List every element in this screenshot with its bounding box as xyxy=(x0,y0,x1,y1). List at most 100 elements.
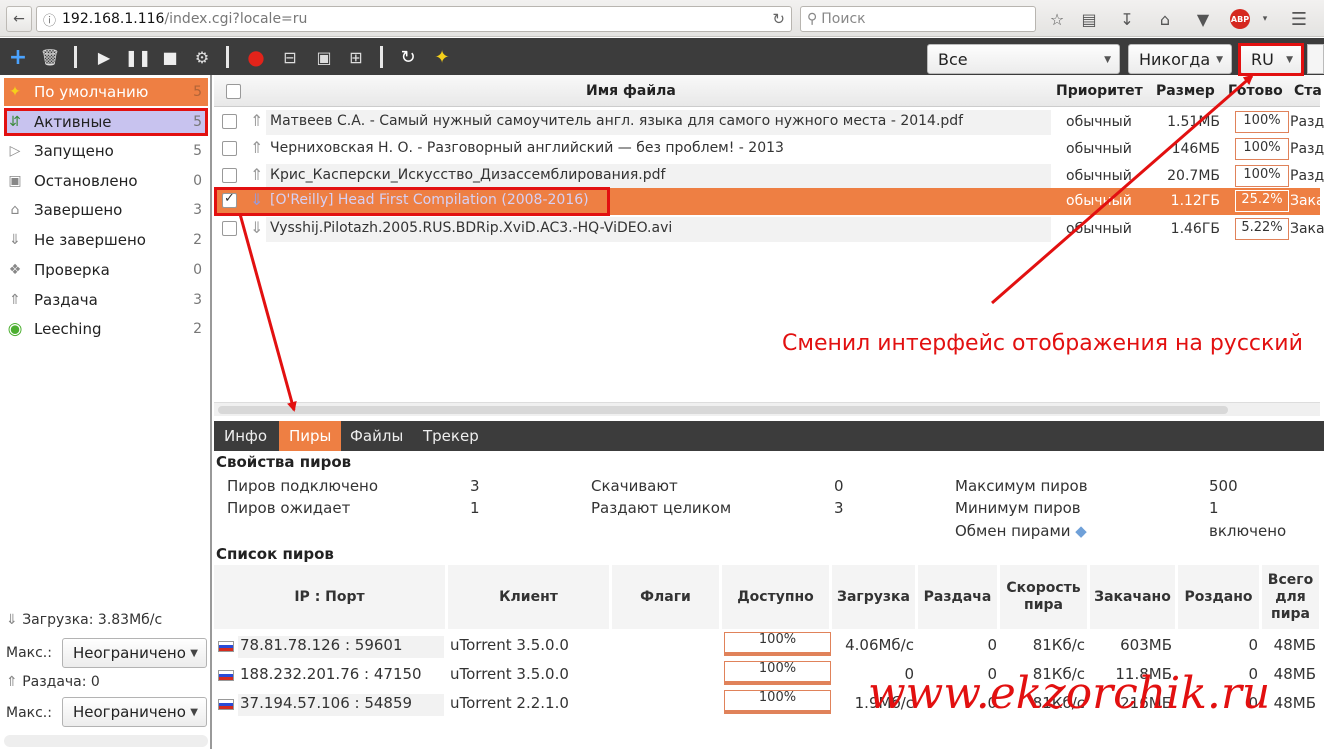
play-icon: ▷ xyxy=(9,143,21,159)
upload-limit-select[interactable]: Неограничено ▼ xyxy=(62,697,207,727)
table-hscrollbar[interactable] xyxy=(214,402,1320,416)
torrent-status: Разд xyxy=(1290,141,1324,157)
menu-icon[interactable]: ☰ xyxy=(1288,8,1310,30)
back-button[interactable]: ← xyxy=(6,6,32,32)
sidebar-scrollbar[interactable] xyxy=(4,735,208,747)
tab-info[interactable]: Инфо xyxy=(214,421,277,451)
connected-label: Пиров подключено xyxy=(227,477,379,495)
seeding-label: Раздают целиком xyxy=(591,499,732,517)
sidebar-item-default[interactable]: ✦ По умолчанию 5 xyxy=(4,78,208,106)
url-bar[interactable]: ⓘ 192.168.1.116/index.cgi?locale=ru ↻ xyxy=(36,6,792,32)
sidebar-item-leeching[interactable]: ◉ Leeching 2 xyxy=(4,315,208,343)
move-down-icon[interactable]: ⊞ xyxy=(344,45,368,69)
sidebar-item-label: Leeching xyxy=(34,320,102,338)
table-row[interactable]: ⇓ Vysshij.Pilotazh.2005.RUS.BDRip.XviD.A… xyxy=(214,216,1324,243)
record-icon[interactable]: ● xyxy=(244,45,268,69)
torrent-status: Зака xyxy=(1290,193,1324,209)
search-placeholder: Поиск xyxy=(821,11,866,27)
downloading-label: Скачивают xyxy=(591,477,678,495)
col-status[interactable]: Ста xyxy=(1294,83,1322,99)
torrent-status: Разд xyxy=(1290,114,1324,130)
row-checkbox[interactable] xyxy=(222,141,237,156)
sidebar-item-running[interactable]: ▷ Запущено 5 xyxy=(4,137,208,165)
select-all-checkbox[interactable] xyxy=(226,84,241,99)
table-row[interactable]: ⇑ Крис_Касперски_Искусство_Дизассемблиро… xyxy=(214,163,1324,190)
home-icon[interactable]: ⌂ xyxy=(1154,8,1176,30)
sidebar-item-seeding[interactable]: ⇑ Раздача 3 xyxy=(4,286,208,314)
tab-files[interactable]: Файлы xyxy=(340,421,413,451)
scroll-thumb[interactable] xyxy=(218,406,1228,414)
sparkle-icon[interactable]: ✦ xyxy=(430,45,454,69)
watermark: www.ekzorchik.ru xyxy=(868,668,1271,719)
sidebar-item-checking[interactable]: ❖ Проверка 0 xyxy=(4,256,208,284)
col-download[interactable]: Загрузка xyxy=(832,565,916,629)
col-ip[interactable]: IP : Порт xyxy=(214,565,446,629)
sidebar-item-active[interactable]: ⇵ Активные 5 xyxy=(4,108,208,136)
col-available[interactable]: Доступно xyxy=(722,565,830,629)
col-done[interactable]: Готово xyxy=(1228,83,1283,99)
refresh-icon[interactable]: ↻ xyxy=(396,45,420,69)
sidebar-item-count: 3 xyxy=(193,292,202,308)
upload-limit-value: Неограничено xyxy=(73,703,186,721)
scrollbar[interactable] xyxy=(1307,44,1324,74)
tab-tracker[interactable]: Трекер xyxy=(413,421,489,451)
url-path: /index.cgi?locale=ru xyxy=(164,11,308,27)
col-priority[interactable]: Приоритет xyxy=(1056,83,1143,99)
filter-select[interactable]: Все ▼ xyxy=(927,44,1120,74)
sidebar-item-count: 5 xyxy=(193,84,202,100)
sidebar-item-incomplete[interactable]: ⇓ Не завершено 2 xyxy=(4,226,208,254)
peer-downloaded: 603МБ xyxy=(1120,636,1172,654)
max-peers-label: Максимум пиров xyxy=(955,477,1088,495)
minimize-box-icon[interactable]: ⊟ xyxy=(278,45,302,69)
tab-peers[interactable]: Пиры xyxy=(279,421,342,451)
row-checkbox[interactable] xyxy=(222,221,237,236)
info-icon: ⓘ xyxy=(43,13,57,29)
add-icon[interactable]: + xyxy=(6,45,30,70)
col-total[interactable]: Всего для пира xyxy=(1262,565,1320,629)
bookmark-star-icon[interactable]: ☆ xyxy=(1046,8,1068,30)
search-input[interactable]: ⚲ Поиск xyxy=(800,6,1036,32)
sidebar: ✦ По умолчанию 5 ⇵ Активные 5 ▷ Запущено 5 ▣ Ос… xyxy=(0,75,212,749)
settings-icon[interactable]: ⚙ xyxy=(190,45,214,69)
chevron-down-icon[interactable]: ▾ xyxy=(1254,8,1276,30)
peer-total: 48МБ xyxy=(1273,665,1316,683)
torrent-name: Черниховская Н. О. - Разговорный английс… xyxy=(270,140,784,156)
table-row[interactable]: ⇑ Матвеев С.А. - Самый нужный самоучител… xyxy=(214,109,1324,136)
stop-icon[interactable]: ■ xyxy=(158,45,182,69)
reload-icon[interactable]: ↻ xyxy=(772,10,785,28)
row-checkbox[interactable] xyxy=(222,114,237,129)
start-icon[interactable]: ▶ xyxy=(92,45,116,69)
download-icon[interactable]: ↧ xyxy=(1116,8,1138,30)
pause-icon[interactable]: ❚❚ xyxy=(125,45,152,69)
move-up-icon[interactable]: ▣ xyxy=(312,45,336,69)
col-name[interactable]: Имя файла xyxy=(586,83,676,99)
col-uploaded[interactable]: Роздано xyxy=(1178,565,1260,629)
col-peer-speed[interactable]: Скорость пира xyxy=(1000,565,1088,629)
col-flags[interactable]: Флаги xyxy=(612,565,720,629)
download-limit-select[interactable]: Неограничено ▼ xyxy=(62,638,207,668)
torrent-name: Крис_Касперски_Искусство_Дизассемблирова… xyxy=(270,167,666,183)
pocket-icon[interactable]: ▼ xyxy=(1192,8,1214,30)
connected-value: 3 xyxy=(470,477,480,495)
up-arrow-icon: ⇑ xyxy=(6,674,23,690)
sidebar-item-label: Раздача xyxy=(34,291,98,309)
adblock-icon[interactable]: ABP xyxy=(1230,9,1250,29)
col-upload[interactable]: Раздача xyxy=(918,565,998,629)
col-client[interactable]: Клиент xyxy=(448,565,610,629)
sidebar-item-completed[interactable]: ⌂ Завершено 3 xyxy=(4,196,208,224)
seeding-value: 3 xyxy=(834,499,844,517)
peer-props-title: Свойства пиров xyxy=(216,453,352,471)
peer-uploaded: 0 xyxy=(1248,636,1258,654)
col-downloaded[interactable]: Закачано xyxy=(1090,565,1176,629)
row-checkbox[interactable] xyxy=(222,168,237,183)
trash-icon[interactable]: 🗑 xyxy=(38,45,62,69)
peer-row[interactable]: 78.81.78.126 : 59601 uTorrent 3.5.0.0 10… xyxy=(214,632,1320,660)
torrent-priority: обычный xyxy=(1066,114,1132,130)
schedule-select[interactable]: Никогда ▼ xyxy=(1128,44,1232,74)
table-row[interactable]: ⇑ Черниховская Н. О. - Разговорный англи… xyxy=(214,136,1324,163)
min-peers-label: Минимум пиров xyxy=(955,499,1081,517)
sidebar-item-stopped[interactable]: ▣ Остановлено 0 xyxy=(4,167,208,195)
col-size[interactable]: Размер xyxy=(1156,83,1215,99)
reading-list-icon[interactable]: ▤ xyxy=(1078,8,1100,30)
peer-ip: 188.232.201.76 : 47150 xyxy=(238,665,444,687)
